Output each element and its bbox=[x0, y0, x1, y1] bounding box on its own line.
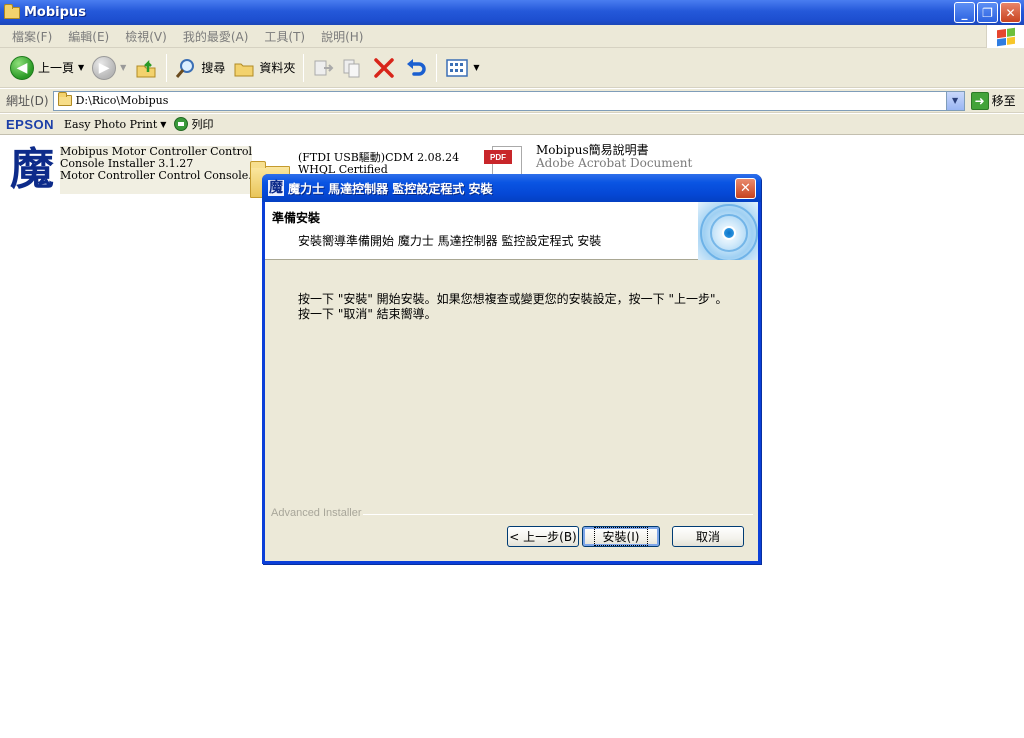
back-step-button[interactable]: < 上一步(B) bbox=[507, 526, 579, 547]
mobipus-app-icon: 魔 bbox=[268, 180, 284, 196]
back-step-label: < 上一步(B) bbox=[509, 530, 577, 544]
step-subtitle: 安裝嚮導準備開始 魔力士 馬達控制器 監控設定程式 安裝 bbox=[298, 234, 602, 248]
copy-to-icon bbox=[343, 59, 360, 77]
menu-help[interactable]: 說明(H) bbox=[313, 28, 371, 45]
folders-button[interactable]: 資料夾 bbox=[229, 52, 299, 84]
back-dropdown-icon[interactable]: ▼ bbox=[78, 63, 84, 72]
up-folder-button[interactable] bbox=[130, 52, 162, 84]
menu-edit[interactable]: 編輯(E) bbox=[60, 28, 117, 45]
instruction-line: 按一下 "安裝" 開始安裝。如果您想複查或變更您的安裝設定，按一下 "上一步"。 bbox=[298, 292, 728, 306]
file-type: Adobe Acrobat Document bbox=[536, 156, 693, 170]
installer-dialog: 魔 魔力士 馬達控制器 監控設定程式 安裝 ✕ 準備安裝 安裝嚮導準備開始 魔力… bbox=[262, 174, 761, 564]
views-button[interactable]: ▼ bbox=[441, 52, 483, 84]
undo-icon bbox=[407, 58, 427, 76]
print-label: 列印 bbox=[191, 118, 214, 131]
standard-toolbar: ◀ 上一頁 ▼ ▶ ▼ 搜尋 資料夾 ▼ bbox=[0, 48, 1024, 88]
dialog-titlebar[interactable]: 魔 魔力士 馬達控制器 監控設定程式 安裝 ✕ bbox=[262, 174, 761, 202]
cancel-label: 取消 bbox=[695, 530, 720, 544]
address-bar: 網址(D) D:\Rico\Mobipus ▼ ➜ 移至 bbox=[0, 89, 1024, 113]
toolbar-separator bbox=[303, 53, 305, 82]
back-label: 上一頁 bbox=[38, 61, 75, 75]
print-button[interactable]: 列印 bbox=[174, 116, 213, 132]
views-dropdown-icon[interactable]: ▼ bbox=[473, 63, 479, 72]
pdf-tag: PDF bbox=[484, 150, 512, 164]
printer-icon bbox=[174, 117, 189, 131]
address-dropdown-icon[interactable]: ▼ bbox=[945, 91, 964, 110]
footer-divider bbox=[363, 514, 753, 515]
easy-photo-print-label: Easy Photo Print bbox=[64, 117, 158, 131]
views-grid-icon bbox=[446, 58, 469, 77]
window-controls: _ ❐ ✕ bbox=[954, 2, 1021, 23]
epson-logo: EPSON bbox=[6, 116, 55, 132]
maximize-button[interactable]: ❐ bbox=[977, 2, 998, 23]
menu-favorites[interactable]: 我的最愛(A) bbox=[175, 28, 257, 45]
instruction-line: 按一下 "取消" 結束嚮導。 bbox=[298, 307, 437, 321]
go-button[interactable]: ➜ 移至 bbox=[970, 91, 1016, 110]
back-button[interactable]: ◀ 上一頁 ▼ bbox=[6, 52, 88, 84]
copy-to-button[interactable] bbox=[338, 52, 368, 84]
folders-icon bbox=[234, 63, 254, 76]
windows-logo-icon bbox=[986, 25, 1024, 48]
forward-arrow-icon: ▶ bbox=[92, 55, 117, 80]
up-folder-icon bbox=[136, 59, 156, 77]
file-description: Motor Controller Control Console. bbox=[60, 169, 252, 182]
close-button[interactable]: ✕ bbox=[1000, 2, 1021, 23]
installer-disc-icon bbox=[698, 202, 758, 260]
dialog-close-button[interactable]: ✕ bbox=[735, 178, 756, 199]
epson-toolbar: EPSON Easy Photo Print ▼ 列印 bbox=[0, 114, 1024, 135]
menu-view[interactable]: 檢視(V) bbox=[117, 28, 175, 45]
menu-bar: 檔案(F) 編輯(E) 檢視(V) 我的最愛(A) 工具(T) 說明(H) bbox=[0, 25, 1024, 48]
address-input[interactable]: D:\Rico\Mobipus ▼ bbox=[52, 90, 965, 111]
minimize-button[interactable]: _ bbox=[954, 2, 975, 23]
window-title: Mobipus bbox=[24, 5, 86, 20]
address-label: 網址(D) bbox=[6, 94, 49, 108]
step-title: 準備安裝 bbox=[272, 211, 321, 225]
menu-file[interactable]: 檔案(F) bbox=[4, 28, 60, 45]
advanced-installer-brand: Advanced Installer bbox=[271, 507, 362, 519]
toolbar-separator bbox=[166, 53, 168, 82]
delete-x-icon bbox=[374, 57, 395, 78]
menu-tools[interactable]: 工具(T) bbox=[256, 28, 313, 45]
toolbar-separator bbox=[436, 53, 438, 82]
undo-button[interactable] bbox=[400, 52, 432, 84]
folders-label: 資料夾 bbox=[259, 61, 296, 75]
forward-button[interactable]: ▶ ▼ bbox=[88, 52, 130, 84]
move-to-icon bbox=[314, 60, 334, 75]
easy-photo-print-button[interactable]: Easy Photo Print ▼ bbox=[64, 118, 166, 131]
folder-icon bbox=[57, 92, 72, 106]
file-item-installer[interactable]: 魔 Mobipus Motor Controller Control Conso… bbox=[8, 144, 253, 195]
forward-dropdown-icon[interactable]: ▼ bbox=[120, 63, 126, 72]
address-value: D:\Rico\Mobipus bbox=[75, 94, 169, 107]
back-arrow-icon: ◀ bbox=[10, 55, 34, 80]
go-label: 移至 bbox=[991, 94, 1016, 108]
cancel-button[interactable]: 取消 bbox=[672, 526, 744, 547]
file-label: Mobipus Motor Controller Control Console… bbox=[60, 146, 253, 194]
dialog-header: 準備安裝 安裝嚮導準備開始 魔力士 馬達控制器 監控設定程式 安裝 bbox=[265, 202, 758, 260]
window-titlebar[interactable]: Mobipus _ ❐ ✕ bbox=[0, 0, 1024, 25]
search-button[interactable]: 搜尋 bbox=[171, 52, 229, 84]
go-arrow-icon: ➜ bbox=[970, 91, 989, 110]
chevron-down-icon: ▼ bbox=[160, 119, 167, 129]
search-icon bbox=[176, 58, 195, 78]
search-label: 搜尋 bbox=[201, 61, 226, 75]
delete-button[interactable] bbox=[368, 52, 400, 84]
mobipus-app-icon: 魔 bbox=[10, 144, 54, 195]
dialog-title: 魔力士 馬達控制器 監控設定程式 安裝 bbox=[288, 181, 493, 196]
install-button[interactable]: 安裝(I) bbox=[582, 526, 660, 547]
move-to-button[interactable] bbox=[308, 52, 338, 84]
install-label: 安裝(I) bbox=[593, 527, 649, 546]
dialog-body-text: 按一下 "安裝" 開始安裝。如果您想複查或變更您的安裝設定，按一下 "上一步"。… bbox=[298, 292, 728, 322]
folder-icon bbox=[4, 3, 20, 19]
